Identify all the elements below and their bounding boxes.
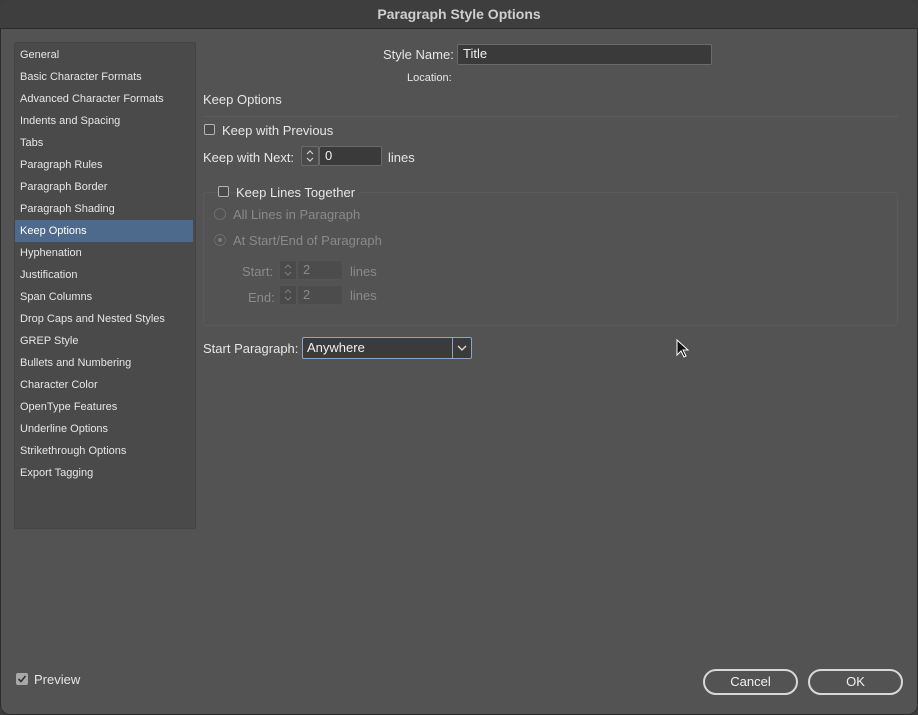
sidebar-item-paragraph-shading[interactable]: Paragraph Shading [15, 198, 193, 220]
start-paragraph-select[interactable]: Anywhere [302, 337, 472, 359]
stepper-arrows-icon [284, 289, 292, 301]
section-divider [203, 116, 898, 117]
all-lines-label: All Lines in Paragraph [233, 207, 361, 222]
chevron-down-icon [452, 338, 471, 358]
keep-with-next-stepper[interactable] [301, 146, 319, 166]
sidebar-item-bullets-and-numbering[interactable]: Bullets and Numbering [15, 352, 193, 374]
start-input[interactable]: 2 [297, 260, 343, 280]
end-stepper[interactable] [279, 285, 297, 305]
sidebar-item-export-tagging[interactable]: Export Tagging [15, 462, 193, 484]
stepper-arrows-icon [284, 264, 292, 276]
sidebar-item-character-color[interactable]: Character Color [15, 374, 193, 396]
start-stepper[interactable] [279, 260, 297, 280]
cancel-button[interactable]: Cancel [703, 669, 798, 695]
start-paragraph-value: Anywhere [307, 340, 365, 355]
preview-checkbox[interactable] [16, 673, 28, 685]
checkmark-icon [17, 675, 27, 683]
keep-with-next-unit: lines [388, 150, 415, 165]
sidebar-item-paragraph-border[interactable]: Paragraph Border [15, 176, 193, 198]
at-start-end-label: At Start/End of Paragraph [233, 233, 382, 248]
at-start-end-radio[interactable] [214, 234, 226, 246]
end-input[interactable]: 2 [297, 285, 343, 305]
keep-with-next-input[interactable]: 0 [319, 146, 382, 166]
end-unit: lines [350, 288, 377, 303]
keep-with-next-label: Keep with Next: [203, 150, 295, 165]
style-name-label: Style Name: [383, 47, 454, 62]
sidebar-item-general[interactable]: General [15, 44, 193, 66]
paragraph-style-options-dialog: Paragraph Style Options General Basic Ch… [0, 0, 918, 715]
end-label: End: [248, 290, 275, 305]
sidebar-item-indents-and-spacing[interactable]: Indents and Spacing [15, 110, 193, 132]
title-bar: Paragraph Style Options [0, 0, 918, 29]
start-label: Start: [242, 264, 274, 279]
sidebar-item-paragraph-rules[interactable]: Paragraph Rules [15, 154, 193, 176]
category-list: General Basic Character Formats Advanced… [14, 42, 196, 529]
location-label: Location: [407, 72, 452, 84]
start-unit: lines [350, 264, 377, 279]
start-paragraph-label: Start Paragraph: [203, 341, 299, 356]
keep-with-previous-checkbox[interactable] [204, 124, 215, 135]
sidebar-item-grep-style[interactable]: GREP Style [15, 330, 193, 352]
sidebar-item-drop-caps-nested-styles[interactable]: Drop Caps and Nested Styles [15, 308, 193, 330]
keep-with-previous-label: Keep with Previous [222, 123, 334, 138]
sidebar-item-hyphenation[interactable]: Hyphenation [15, 242, 193, 264]
stepper-arrows-icon [306, 150, 314, 162]
sidebar-item-span-columns[interactable]: Span Columns [15, 286, 193, 308]
sidebar-item-keep-options[interactable]: Keep Options [15, 220, 193, 242]
section-title: Keep Options [203, 92, 282, 107]
style-name-input[interactable]: Title [457, 44, 712, 65]
keep-lines-together-label: Keep Lines Together [236, 185, 360, 200]
sidebar-item-justification[interactable]: Justification [15, 264, 193, 286]
sidebar-item-opentype-features[interactable]: OpenType Features [15, 396, 193, 418]
sidebar-item-underline-options[interactable]: Underline Options [15, 418, 193, 440]
all-lines-radio[interactable] [214, 208, 226, 220]
preview-label: Preview [34, 672, 81, 687]
sidebar-item-tabs[interactable]: Tabs [15, 132, 193, 154]
sidebar-item-strikethrough-options[interactable]: Strikethrough Options [15, 440, 193, 462]
mouse-pointer-icon [676, 339, 690, 358]
window-title: Paragraph Style Options [377, 6, 541, 22]
ok-button[interactable]: OK [808, 669, 903, 695]
keep-lines-together-checkbox[interactable] [218, 186, 229, 197]
sidebar-item-advanced-character-formats[interactable]: Advanced Character Formats [15, 88, 193, 110]
sidebar-item-basic-character-formats[interactable]: Basic Character Formats [15, 66, 193, 88]
